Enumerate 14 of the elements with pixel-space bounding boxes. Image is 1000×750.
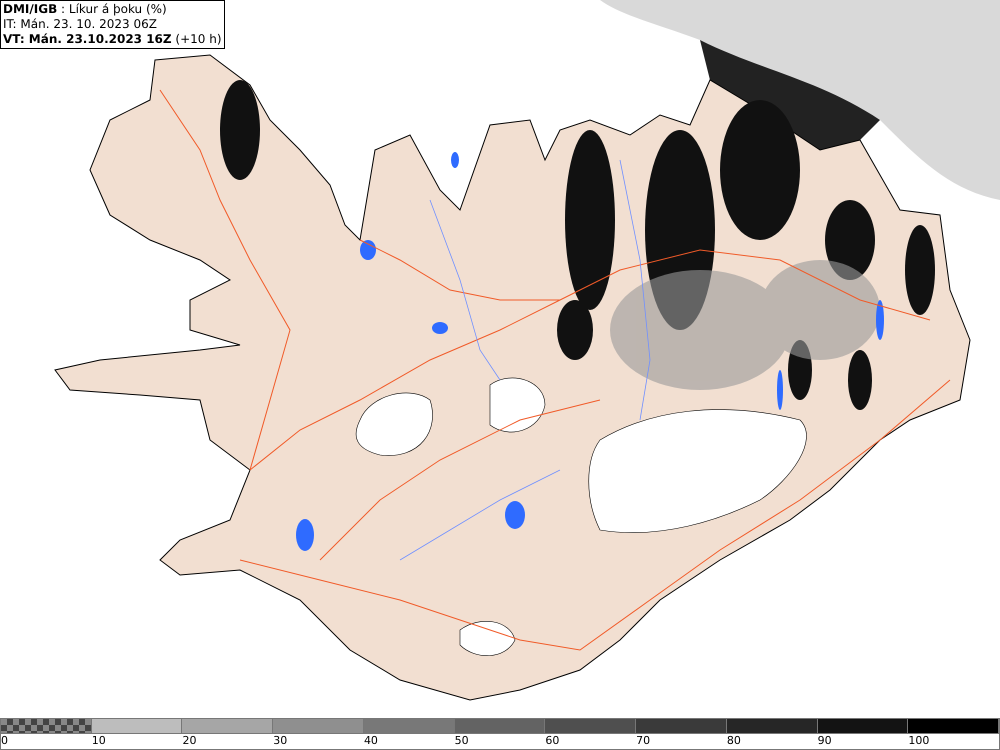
legend-label: 60 bbox=[545, 734, 560, 748]
legend-label: 90 bbox=[818, 734, 832, 748]
legend-label: 70 bbox=[636, 734, 650, 748]
map-title: DMI/IGB : Líkur á þoku (%) bbox=[3, 2, 168, 17]
legend-label: 20 bbox=[182, 734, 196, 748]
legend-label: 80 bbox=[726, 734, 741, 748]
legend-label: 100 bbox=[908, 734, 930, 748]
legend-label: 50 bbox=[454, 734, 469, 748]
legend-label: 30 bbox=[273, 734, 288, 748]
legend-label: 40 bbox=[364, 734, 378, 748]
valid-time: VT: Mán. 23.10.2023 16Z (+10 h) bbox=[3, 32, 222, 47]
legend-label: 10 bbox=[92, 734, 106, 748]
legend-label: 0 bbox=[1, 734, 8, 748]
issue-time: IT: Mán. 23. 10. 2023 06Z bbox=[3, 17, 158, 32]
